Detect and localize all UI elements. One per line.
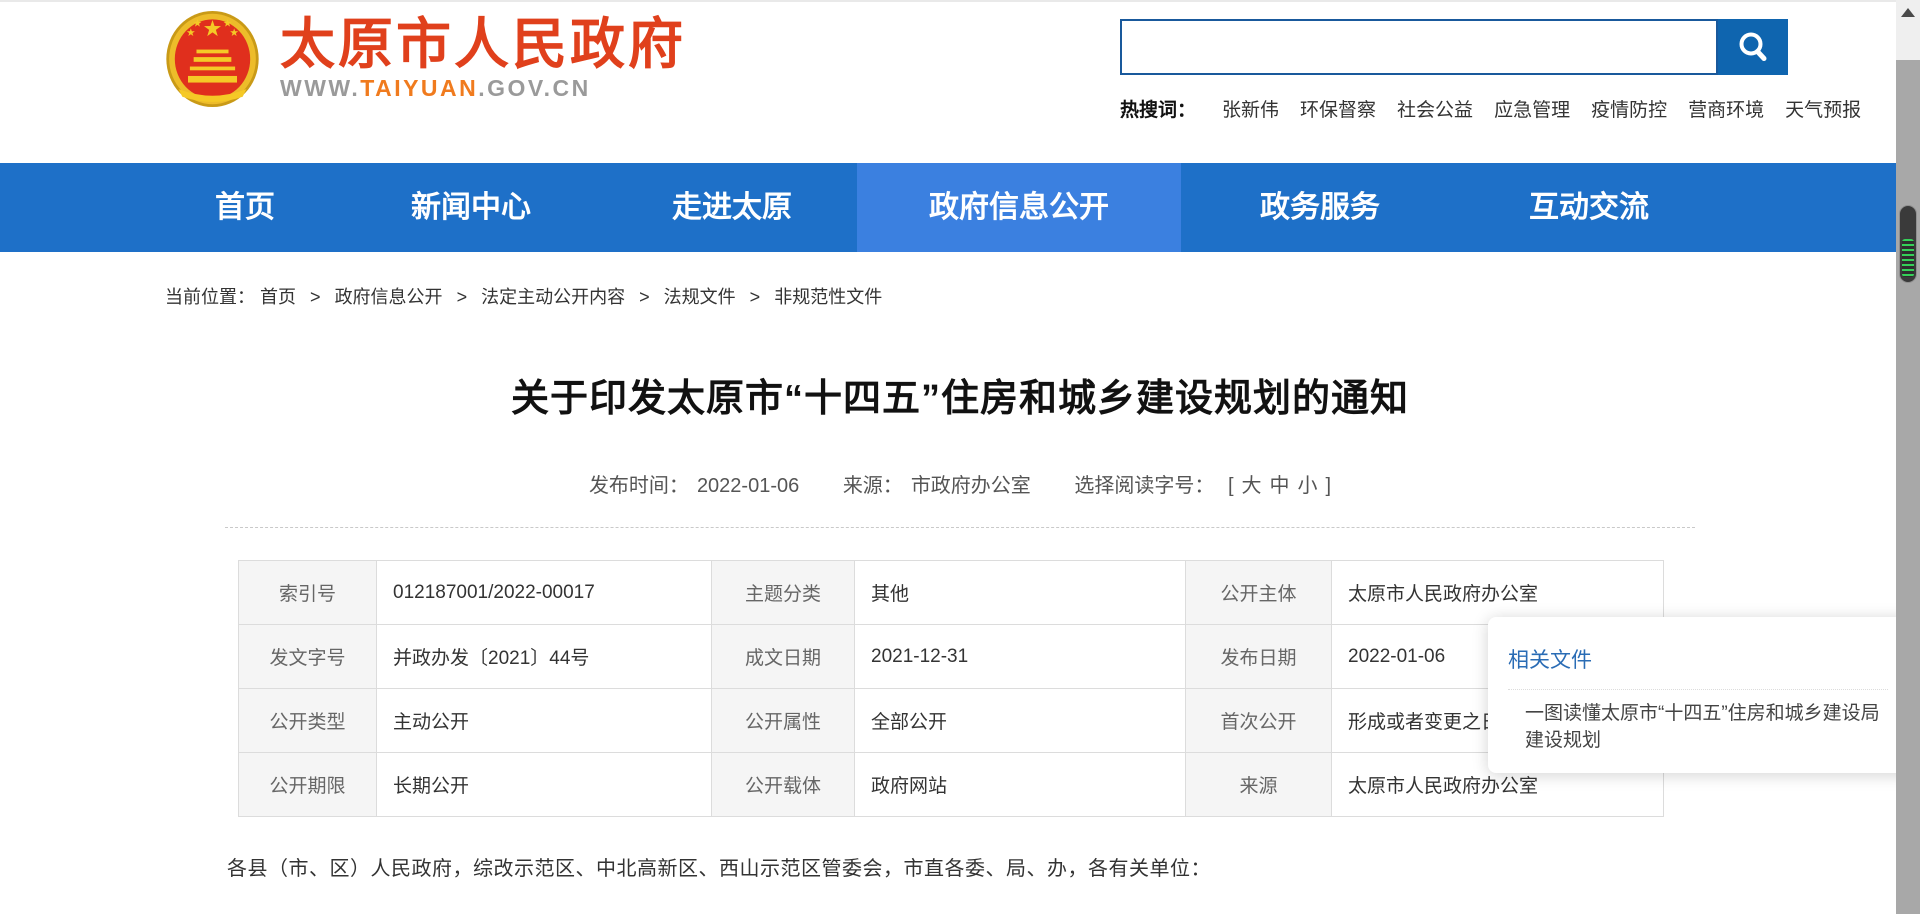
panel-divider (1508, 689, 1888, 690)
breadcrumb-label: 当前位置： (165, 287, 255, 307)
table-row: 公开期限 长期公开 公开载体 政府网站 来源 太原市人民政府办公室 (239, 753, 1664, 817)
info-value: 其他 (855, 561, 1186, 625)
hot-search-row: 热搜词： 张新伟 环保督察 社会公益 应急管理 疫情防控 营商环境 天气预报 (1120, 95, 1882, 122)
font-size-bracket-open: [ (1228, 475, 1234, 497)
site-header: 太原市人民政府 WWW.TAIYUAN.GOV.CN 热搜词： 张新伟 环保督察… (0, 2, 1920, 163)
site-name: 太原市人民政府 (280, 16, 686, 74)
hot-word-link[interactable]: 环保督察 (1300, 95, 1376, 122)
hot-word-link[interactable]: 疫情防控 (1591, 95, 1667, 122)
hot-word-link[interactable]: 营商环境 (1688, 95, 1764, 122)
info-label: 索引号 (239, 561, 377, 625)
site-url-suffix: .GOV.CN (478, 75, 591, 101)
font-size-bracket-close: ] (1326, 475, 1332, 497)
article-meta: 发布时间： 2022-01-06 来源： 市政府办公室 选择阅读字号： [ 大中小] (0, 469, 1920, 498)
nav-item-interaction[interactable]: 互动交流 (1529, 163, 1649, 252)
breadcrumb-separator: > (750, 287, 761, 307)
search-icon (1733, 27, 1773, 67)
nav-item-home[interactable]: 首页 (215, 163, 275, 252)
breadcrumb-item-statutory[interactable]: 法定主动公开内容 (481, 287, 625, 307)
nav-item-services[interactable]: 政务服务 (1260, 163, 1380, 252)
breadcrumb: 当前位置： 首页 > 政府信息公开 > 法定主动公开内容 > 法规文件 > 非规… (165, 283, 1920, 309)
info-label: 公开属性 (712, 689, 855, 753)
info-value: 长期公开 (377, 753, 712, 817)
hot-word-link[interactable]: 应急管理 (1494, 95, 1570, 122)
scroll-up-button[interactable] (1896, 0, 1920, 60)
article-paragraph: 各县（市、区）人民政府，综改示范区、中北高新区、西山示范区管委会，市直各委、局、… (227, 852, 1920, 881)
table-row: 索引号 012187001/2022-00017 主题分类 其他 公开主体 太原… (239, 561, 1664, 625)
info-label: 主题分类 (712, 561, 855, 625)
breadcrumb-separator: > (310, 287, 321, 307)
hot-word-link[interactable]: 天气预报 (1785, 95, 1861, 122)
related-files-title[interactable]: 相关文件 (1508, 644, 1888, 674)
scrollbar-thumb[interactable] (1899, 205, 1917, 283)
font-size-large-button[interactable]: 大 (1242, 475, 1262, 497)
info-label: 发布日期 (1186, 625, 1332, 689)
document-info-table: 索引号 012187001/2022-00017 主题分类 其他 公开主体 太原… (238, 560, 1664, 817)
site-url: WWW.TAIYUAN.GOV.CN (280, 75, 686, 102)
source-value: 市政府办公室 (911, 475, 1031, 497)
font-size-label: 选择阅读字号： (1074, 475, 1214, 497)
info-value: 2021-12-31 (855, 625, 1186, 689)
site-logo[interactable]: 太原市人民政府 WWW.TAIYUAN.GOV.CN (165, 10, 686, 108)
source-label: 来源： (843, 475, 903, 497)
site-url-prefix: WWW. (280, 75, 360, 101)
info-value: 并政办发〔2021〕44号 (377, 625, 712, 689)
vertical-scrollbar (1896, 0, 1920, 914)
search-button[interactable] (1718, 19, 1788, 75)
related-files-panel: 相关文件 一图读懂太原市“十四五”住房和城乡建设局建设规划 (1488, 617, 1910, 773)
info-value: 全部公开 (855, 689, 1186, 753)
breadcrumb-item-non-normative[interactable]: 非规范性文件 (774, 287, 882, 307)
hot-search-label: 热搜词： (1120, 95, 1196, 122)
info-label: 来源 (1186, 753, 1332, 817)
font-size-small-button[interactable]: 小 (1298, 475, 1318, 497)
info-label: 公开主体 (1186, 561, 1332, 625)
info-label: 公开载体 (712, 753, 855, 817)
search-input[interactable] (1120, 19, 1718, 75)
site-url-domain: TAIYUAN (360, 75, 478, 101)
scrollbar-track[interactable] (1896, 60, 1920, 914)
related-file-link[interactable]: 一图读懂太原市“十四五”住房和城乡建设局建设规划 (1525, 701, 1888, 755)
article-title: 关于印发太原市“十四五”住房和城乡建设规划的通知 (0, 367, 1920, 422)
info-value: 主动公开 (377, 689, 712, 753)
national-emblem-icon (165, 10, 260, 108)
info-label: 公开类型 (239, 689, 377, 753)
info-label: 首次公开 (1186, 689, 1332, 753)
dashed-divider (225, 527, 1695, 528)
table-row: 发文字号 并政办发〔2021〕44号 成文日期 2021-12-31 发布日期 … (239, 625, 1664, 689)
breadcrumb-item-home[interactable]: 首页 (260, 287, 296, 307)
info-value: 政府网站 (855, 753, 1186, 817)
breadcrumb-separator: > (457, 287, 468, 307)
info-label: 成文日期 (712, 625, 855, 689)
search-bar (1120, 19, 1788, 75)
nav-item-news[interactable]: 新闻中心 (411, 163, 531, 252)
info-label: 公开期限 (239, 753, 377, 817)
info-value: 太原市人民政府办公室 (1332, 561, 1664, 625)
info-value: 012187001/2022-00017 (377, 561, 712, 625)
table-row: 公开类型 主动公开 公开属性 全部公开 首次公开 形成或者变更之日 (239, 689, 1664, 753)
page: 太原市人民政府 WWW.TAIYUAN.GOV.CN 热搜词： 张新伟 环保督察… (0, 0, 1920, 914)
publish-time-label: 发布时间： (589, 475, 689, 497)
font-size-medium-button[interactable]: 中 (1270, 475, 1290, 497)
publish-time-value: 2022-01-06 (697, 475, 799, 497)
info-label: 发文字号 (239, 625, 377, 689)
hot-word-link[interactable]: 张新伟 (1222, 95, 1279, 122)
arrow-up-icon (1901, 8, 1915, 17)
nav-item-gov-info-active[interactable]: 政府信息公开 (929, 163, 1109, 252)
main-navigation: 首页 新闻中心 走进太原 政府信息公开 政务服务 互动交流 (0, 163, 1920, 252)
hot-word-link[interactable]: 社会公益 (1397, 95, 1473, 122)
breadcrumb-item-regulations[interactable]: 法规文件 (664, 287, 736, 307)
breadcrumb-separator: > (639, 287, 650, 307)
nav-item-about[interactable]: 走进太原 (672, 163, 792, 252)
scrollbar-thumb-grip (1902, 239, 1914, 277)
site-title-block: 太原市人民政府 WWW.TAIYUAN.GOV.CN (280, 16, 686, 103)
breadcrumb-item-gov-info[interactable]: 政府信息公开 (335, 287, 443, 307)
